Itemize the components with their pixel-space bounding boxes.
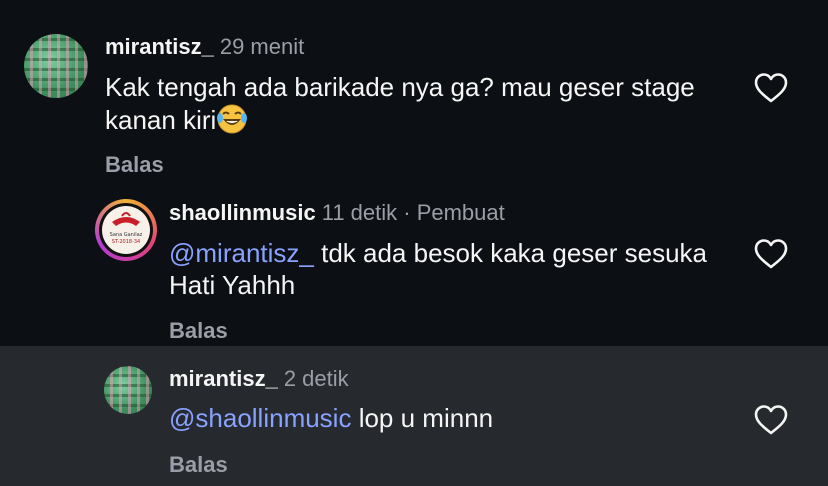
face-with-tears-of-joy-icon: [217, 104, 248, 134]
comment-item-highlighted: mirantisz_ 2 detik @shaollinmusic lop u m…: [0, 346, 828, 486]
timestamp: 29 menit: [219, 34, 305, 59]
timestamp: 2 detik: [283, 366, 349, 391]
comment-header: mirantisz_ 2 detik: [169, 366, 349, 392]
avatar-creator[interactable]: Sana Ganilaz ST-2018-34: [95, 199, 157, 261]
timestamp: 11 detik · Pembuat: [321, 200, 505, 225]
comment-item: mirantisz_ 29 menit Kak tengah ada barika…: [0, 0, 828, 346]
username[interactable]: shaollinmusic: [169, 200, 316, 225]
svg-text:ST-2018-34: ST-2018-34: [112, 239, 140, 245]
comment-header: shaollinmusic 11 detik · Pembuat: [169, 200, 505, 226]
username[interactable]: mirantisz_: [169, 366, 278, 391]
heart-outline-icon[interactable]: [754, 72, 788, 104]
avatar[interactable]: [104, 366, 152, 414]
comment-header: mirantisz_ 29 menit: [105, 34, 304, 60]
avatar[interactable]: [24, 34, 88, 98]
username[interactable]: mirantisz_: [105, 34, 214, 59]
heart-outline-icon[interactable]: [754, 404, 788, 436]
mention-link[interactable]: @shaollinmusic: [169, 403, 351, 433]
shaollin-logo-icon: Sana Ganilaz ST-2018-34: [110, 212, 143, 245]
reply-button[interactable]: Balas: [169, 318, 228, 344]
comment-text: @mirantisz_ tdk ada besok kaka geser ses…: [169, 237, 709, 301]
reply-button[interactable]: Balas: [105, 152, 164, 178]
comment-body: Kak tengah ada barikade nya ga? mau gese…: [105, 72, 695, 135]
comment-text: Kak tengah ada barikade nya ga? mau gese…: [105, 71, 705, 136]
heart-outline-icon[interactable]: [754, 238, 788, 270]
svg-text:Sana Ganilaz: Sana Ganilaz: [110, 232, 143, 238]
comment-body: lop u minnn: [351, 403, 494, 433]
mention-link[interactable]: @mirantisz_: [169, 238, 314, 268]
reply-button[interactable]: Balas: [169, 452, 228, 478]
comment-text: @shaollinmusic lop u minnn: [169, 402, 709, 434]
